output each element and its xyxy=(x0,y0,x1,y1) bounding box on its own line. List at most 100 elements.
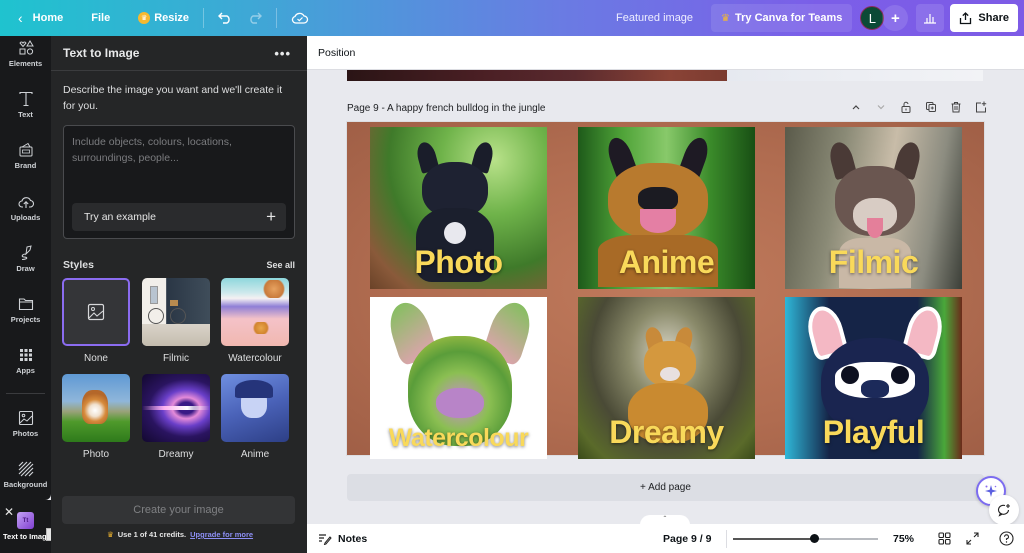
invite-button[interactable]: + xyxy=(882,5,909,31)
dog-image-dreamy[interactable]: Dreamy xyxy=(578,297,755,459)
previous-page-canvas[interactable] xyxy=(347,70,983,81)
style-label: None xyxy=(84,353,108,364)
create-image-button[interactable]: Create your image xyxy=(62,496,295,524)
move-page-up-button[interactable] xyxy=(849,100,863,114)
add-comment-button[interactable] xyxy=(989,495,1019,524)
duplicate-page-button[interactable] xyxy=(924,100,938,114)
design-title-text: Featured image xyxy=(616,12,694,24)
photo-thumbnail xyxy=(62,374,130,442)
share-label: Share xyxy=(978,12,1009,24)
rail-item-elements[interactable]: Elements xyxy=(0,30,51,78)
home-button[interactable]: ‹ Home xyxy=(10,4,71,32)
left-rail: Elements Text Brand Uploads Draw Project… xyxy=(0,36,51,500)
style-anime[interactable]: Anime xyxy=(221,374,289,460)
grid-view-button[interactable] xyxy=(937,531,952,546)
undo-button[interactable] xyxy=(210,4,240,32)
divider xyxy=(726,530,727,548)
rail-item-photos[interactable]: Photos xyxy=(0,400,51,448)
bottom-bar: Notes Page 9 / 9 75% xyxy=(307,524,1024,553)
rail-divider xyxy=(6,393,45,394)
zoom-slider-handle[interactable] xyxy=(810,534,820,543)
close-app-icon[interactable]: ✕ xyxy=(4,505,14,519)
page-actions xyxy=(849,100,988,114)
crown-icon: ♛ xyxy=(721,12,731,24)
zoom-percentage[interactable]: 75% xyxy=(893,533,914,545)
redo-button[interactable] xyxy=(240,4,270,32)
add-page-button[interactable]: + Add page xyxy=(347,474,984,501)
rail-label: Photos xyxy=(12,429,39,438)
zoom-slider[interactable] xyxy=(733,534,878,543)
move-page-down-button[interactable] xyxy=(874,100,888,114)
lock-page-button[interactable] xyxy=(899,100,913,114)
more-options-icon[interactable]: ••• xyxy=(274,46,291,61)
rail-item-text[interactable]: Text xyxy=(0,81,51,129)
notes-button[interactable]: Notes xyxy=(318,533,367,545)
fullscreen-button[interactable] xyxy=(965,531,980,546)
panel-description: Describe the image you want and we'll cr… xyxy=(63,84,283,112)
dog-image-photo[interactable]: Photo xyxy=(370,127,547,289)
page-title[interactable]: Page 9 - A happy french bulldog in the j… xyxy=(347,103,545,114)
plus-icon: + xyxy=(891,9,900,27)
style-watercolour[interactable]: Watercolour xyxy=(221,278,289,364)
try-example-button[interactable]: Try an example + xyxy=(72,203,286,231)
credits-info: ♛ Use 1 of 41 credits. Upgrade for more xyxy=(107,530,253,539)
try-teams-button[interactable]: ♛ Try Canva for Teams xyxy=(711,4,853,32)
rail-item-apps[interactable]: Apps xyxy=(0,337,51,385)
crown-icon: ♛ xyxy=(107,530,114,539)
upgrade-link[interactable]: Upgrade for more xyxy=(190,530,253,539)
rail-item-draw[interactable]: Draw xyxy=(0,235,51,283)
photos-icon xyxy=(18,410,33,426)
style-filmic[interactable]: Filmic xyxy=(142,278,210,364)
text-to-image-app-label: Text to Image xyxy=(3,532,51,541)
style-label: Watercolour xyxy=(228,353,282,364)
dog-image-anime[interactable]: Anime xyxy=(578,127,755,289)
dog-image-playful[interactable]: Playful xyxy=(785,297,962,459)
add-page-icon xyxy=(976,101,987,113)
filmic-thumbnail xyxy=(142,278,210,346)
expand-icon xyxy=(966,532,979,545)
top-bar: ‹ Home File ♛ Resize Featured image ♛ Tr… xyxy=(0,0,1024,36)
background-icon xyxy=(18,461,33,477)
show-pages-tab[interactable]: ˆ xyxy=(640,515,690,524)
rail-item-projects[interactable]: Projects xyxy=(0,286,51,334)
resize-button[interactable]: ♛ Resize xyxy=(130,4,197,32)
notes-label: Notes xyxy=(338,532,368,545)
add-page-icon-button[interactable] xyxy=(974,100,988,114)
page-canvas[interactable]: Photo Anime Filmic Watercolour Dreamy Pl… xyxy=(347,122,984,459)
anime-thumbnail xyxy=(221,374,289,442)
delete-page-button[interactable] xyxy=(949,100,963,114)
help-icon xyxy=(999,531,1014,546)
styles-title: Styles xyxy=(63,259,94,271)
help-button[interactable] xyxy=(999,531,1014,546)
panel-title: Text to Image xyxy=(63,46,140,60)
create-image-label: Create your image xyxy=(133,504,224,516)
style-none[interactable]: None xyxy=(62,278,130,364)
editor-area: Position Page 9 - A happy french bulldog… xyxy=(307,36,1024,524)
dreamy-thumbnail xyxy=(142,374,210,442)
dog-image-filmic[interactable]: Filmic xyxy=(785,127,962,289)
rail-item-background[interactable]: Background xyxy=(0,451,51,499)
rail-item-brand[interactable]: Brand xyxy=(0,132,51,180)
position-button[interactable]: Position xyxy=(318,47,355,59)
style-dreamy[interactable]: Dreamy xyxy=(142,374,210,460)
styles-header: Styles See all xyxy=(63,259,295,271)
chevron-up-icon: ˆ xyxy=(663,515,667,524)
text-icon xyxy=(18,91,33,107)
share-button[interactable]: Share xyxy=(950,4,1018,32)
file-menu-button[interactable]: File xyxy=(83,4,118,32)
style-photo[interactable]: Photo xyxy=(62,374,130,460)
cloud-save-status[interactable] xyxy=(283,4,317,32)
rail-item-uploads[interactable]: Uploads xyxy=(0,184,51,232)
rail-label: Elements xyxy=(8,59,43,68)
resize-label: Resize xyxy=(154,12,190,24)
text-to-image-app-icon[interactable]: Tt xyxy=(17,512,34,529)
see-all-link[interactable]: See all xyxy=(266,260,295,270)
insights-button[interactable] xyxy=(916,4,945,32)
page-indicator[interactable]: Page 9 / 9 xyxy=(663,533,711,545)
avatar[interactable]: L xyxy=(860,6,885,30)
credits-text: Use 1 of 41 credits. xyxy=(117,530,187,539)
prompt-input[interactable] xyxy=(72,134,286,194)
bar-chart-icon xyxy=(924,14,937,24)
dog-image-watercolour[interactable]: Watercolour xyxy=(370,297,547,459)
design-title[interactable]: Featured image xyxy=(608,4,701,32)
